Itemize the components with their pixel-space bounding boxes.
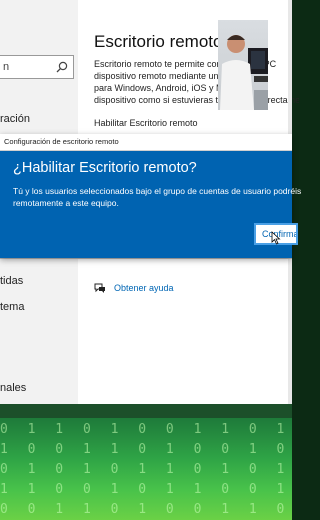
presenter-image [220, 35, 268, 110]
nav-item-particiones[interactable]: tidas [0, 275, 23, 287]
help-chat-icon [94, 283, 105, 293]
nav-item-sistema[interactable]: tema [0, 301, 24, 313]
nav-item-personales[interactable]: nales [0, 382, 26, 394]
description-line: dispositivo como si estuvieras trabajand… [94, 95, 299, 105]
dialog-message-line: Tú y los usuarios seleccionados bajo el … [13, 186, 302, 196]
dialog-body: ¿Habilitar Escritorio remoto? Tú y los u… [0, 151, 302, 258]
search-input[interactable]: n [0, 55, 74, 79]
dialog-message-line: remotamente a este equipo. [13, 198, 119, 208]
dialog-heading: ¿Habilitar Escritorio remoto? [13, 160, 197, 176]
description-line: Escritorio remoto te permite conectar es… [94, 59, 277, 69]
get-help-link[interactable]: Obtener ayuda [114, 283, 174, 293]
enable-remote-desktop-dialog: Configuración de escritorio remoto ¿Habi… [0, 134, 302, 258]
search-icon[interactable] [55, 60, 69, 74]
binary-row: 0 1 0 1 0 1 1 0 1 0 1 0 [0, 462, 292, 477]
window-divider [0, 258, 292, 259]
binary-row: 0 1 1 0 1 0 0 1 1 0 1 0 [0, 422, 292, 437]
webcam-overlay [218, 20, 268, 110]
description-line: para Windows, Android, iOS y MacOS [94, 83, 247, 93]
binary-row: 1 0 0 1 1 0 1 0 0 1 0 1 [0, 442, 292, 457]
binary-row: 0 0 1 1 0 1 0 0 1 1 0 1 [0, 502, 292, 517]
background-binary-band: 0 1 1 0 1 0 0 1 1 0 1 0 1 0 0 1 1 0 1 0 … [0, 418, 292, 520]
search-input-value: n [3, 61, 10, 73]
description-line: dispositivo remoto mediante un cliente [94, 71, 248, 81]
page-description: Escritorio remoto te permite conectar es… [94, 58, 299, 106]
dialog-title: Configuración de escritorio remoto [4, 137, 119, 146]
binary-row: 1 1 0 0 1 0 1 1 0 0 1 1 [0, 482, 292, 497]
nav-item-configuracion[interactable]: ración [0, 113, 30, 125]
enable-remote-desktop-label: Habilitar Escritorio remoto [94, 118, 198, 128]
dialog-titlebar[interactable]: Configuración de escritorio remoto [0, 134, 292, 151]
mouse-cursor-icon [271, 231, 281, 245]
dialog-message: Tú y los usuarios seleccionados bajo el … [13, 185, 302, 209]
help-row[interactable]: Obtener ayuda [94, 281, 174, 295]
page-title: Escritorio remoto [94, 32, 223, 51]
